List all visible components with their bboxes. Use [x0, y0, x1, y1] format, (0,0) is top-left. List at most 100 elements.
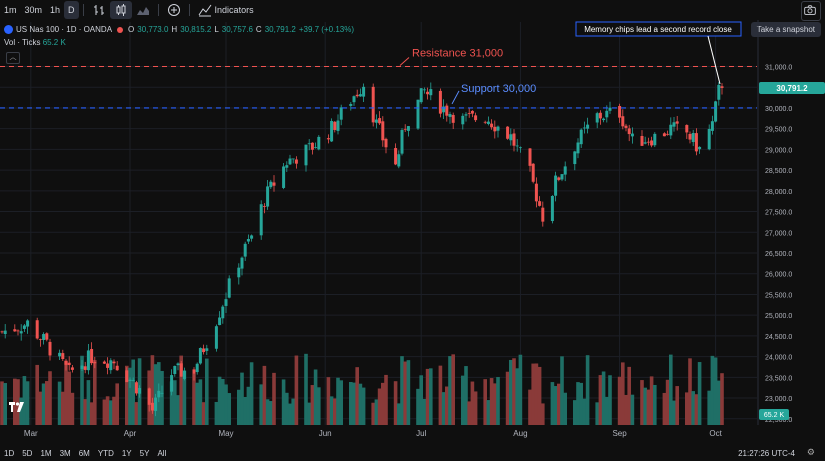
volume-bar	[61, 391, 65, 425]
volume-bar	[672, 400, 676, 425]
volume-bar	[707, 390, 711, 425]
volume-bar	[355, 367, 359, 425]
candle-body	[531, 163, 535, 182]
candle-body	[317, 136, 321, 150]
volume-bar	[57, 381, 62, 425]
candle-body	[643, 142, 647, 144]
candle-body	[371, 86, 375, 123]
volume-bar	[214, 401, 219, 425]
volume-bar	[496, 377, 500, 425]
range-1y[interactable]: 1Y	[118, 449, 136, 458]
candle-body	[598, 112, 602, 119]
range-3m[interactable]: 3M	[56, 449, 75, 458]
y-tick-label: 28,500.0	[765, 168, 792, 175]
volume-bar	[505, 371, 510, 425]
volume-bar	[493, 383, 497, 425]
collapse-legend-chevron-icon[interactable]: ︿	[6, 52, 20, 64]
x-tick-label: Apr	[124, 429, 137, 438]
volume-bar	[198, 379, 203, 425]
volume-bar	[285, 392, 289, 425]
x-tick-label: Jul	[416, 429, 426, 438]
range-5y[interactable]: 5Y	[136, 449, 154, 458]
volume-bar	[560, 356, 564, 425]
x-tick-label: Jun	[319, 429, 332, 438]
volume-bar	[528, 389, 532, 425]
tradingview-logo-icon	[8, 400, 26, 412]
volume-bar	[608, 375, 612, 425]
candle-body	[330, 120, 334, 142]
volume-bar	[627, 366, 631, 425]
volume-bar	[694, 394, 699, 425]
volume-bar	[195, 382, 199, 425]
candle-body	[170, 375, 174, 392]
candle-body	[288, 158, 292, 165]
volume-bar	[643, 387, 647, 425]
candle-body	[42, 334, 46, 341]
low-value: 30,757.6	[221, 25, 253, 34]
candle-body	[352, 96, 356, 103]
last-volume-label: 65.2 K	[764, 412, 785, 419]
volume-bar	[224, 384, 228, 425]
candle-body	[246, 239, 250, 242]
volume-bar	[441, 392, 446, 425]
volume-bar	[713, 357, 718, 425]
candle-body	[22, 325, 26, 329]
callout-arrow	[707, 35, 721, 85]
volume-bar	[128, 367, 132, 425]
candle-body	[714, 101, 718, 122]
range-1m[interactable]: 1M	[36, 449, 55, 458]
volume-legend[interactable]: Vol · Ticks 65.2 K	[4, 38, 66, 47]
volume-bar	[697, 362, 702, 425]
close-value: 30,791.2	[264, 25, 296, 34]
volume-bar	[649, 376, 654, 425]
candle-body	[106, 363, 110, 368]
low-label: L	[214, 25, 219, 34]
volume-bar	[352, 382, 356, 425]
candle-body	[250, 235, 254, 239]
candle-body	[394, 148, 398, 165]
annotations: Resistance 31,000 Support 30,000 Memory ch…	[399, 21, 742, 105]
candle-body	[474, 115, 478, 121]
volume-bar	[688, 358, 692, 425]
volume-bar	[582, 398, 587, 425]
candle-body	[3, 330, 7, 335]
volume-bar	[313, 369, 318, 425]
volume-bar	[486, 400, 491, 425]
range-5d[interactable]: 5D	[18, 449, 36, 458]
volume-bar	[640, 380, 644, 425]
clock-timezone[interactable]: 21:27:26 UTC-4	[738, 449, 795, 458]
resistance-label: Resistance 31,000	[412, 48, 503, 60]
volume-bar	[464, 366, 468, 425]
candle-body	[259, 204, 263, 236]
volume-label: Vol · Ticks	[4, 38, 41, 47]
volume-bar	[630, 394, 635, 425]
range-ytd[interactable]: YTD	[94, 449, 118, 458]
candle-body	[429, 89, 433, 96]
volume-bar	[384, 374, 388, 425]
range-6m[interactable]: 6M	[75, 449, 94, 458]
volume-bar	[45, 381, 49, 425]
candle-body	[294, 159, 298, 164]
candle-body	[573, 151, 577, 165]
candle-body	[202, 348, 206, 353]
volume-bar	[160, 370, 164, 425]
y-tick-label: 29,000.0	[765, 147, 792, 154]
x-tick-label: Aug	[513, 429, 527, 438]
candle-body	[378, 118, 382, 124]
candle-body	[221, 306, 225, 319]
candle-body	[528, 148, 532, 166]
volume-bar	[537, 366, 542, 425]
volume-bar	[489, 378, 494, 425]
candle-body	[403, 128, 407, 130]
symbol-legend[interactable]: US Nas 100 · 1D · OANDA O 30,773.0 H 30,81…	[4, 25, 354, 34]
volume-bar	[317, 387, 321, 425]
candle-body	[691, 132, 695, 143]
candle-body	[115, 365, 119, 371]
range-all[interactable]: All	[153, 449, 170, 458]
range-1d[interactable]: 1D	[0, 449, 18, 458]
price-chart[interactable]: 31,000.030,500.030,000.029,500.029,000.0…	[0, 0, 825, 461]
gear-icon[interactable]: ⚙	[807, 447, 815, 458]
y-tick-label: 25,000.0	[765, 313, 792, 320]
volume-bar	[717, 380, 721, 425]
volume-bar	[67, 371, 71, 425]
